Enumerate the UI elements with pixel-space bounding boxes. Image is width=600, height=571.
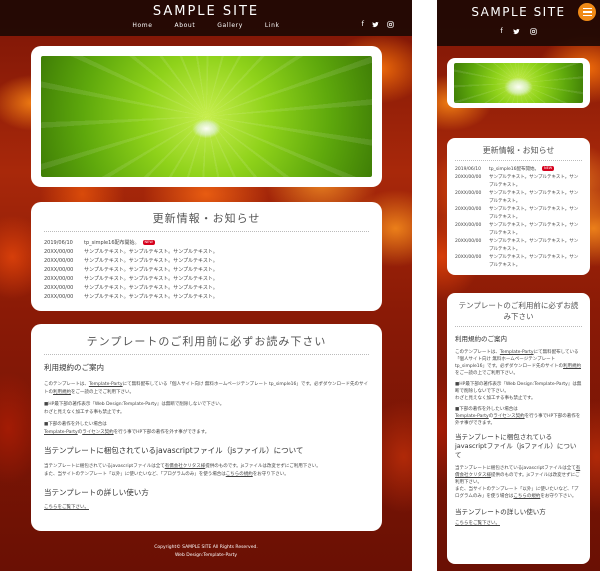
main-nav: Home About Gallery Link [0,22,412,29]
terms-title: テンプレートのご利用前に必ずお読み下さい [44,333,369,355]
usage-link[interactable]: こちらをご覧下さい。 [455,521,500,526]
news-card: 更新情報・お知らせ 2019/06/10 tp_simple16配布開始。 NEW … [31,202,382,311]
js-heading: 当テンプレートに梱包されているjavascriptファイル（jsファイル）につい… [44,446,304,455]
terms-card: テンプレートのご利用前に必ずお読み下さい 利用規約のご案内 このテンプレートは、… [31,324,382,531]
no-hide-note: わざと見えなく加工する事も禁止です。 [44,409,125,415]
copyright-text: Copyright© SAMPLE SITE All Rights Reserv… [154,545,258,550]
news-item: 2019/06/10 tp_simple16配布開始。 NEW [44,240,155,246]
mobile-news-list: 2019/06/10 tp_simple16配布開始。 NEW 20XX/00/00… [455,166,582,270]
template-party-link[interactable]: Template-Party [89,382,123,387]
js-paragraph: 当テンプレートに梱包されているjavascriptファイルは全て有償会社クリタス… [455,466,581,485]
nav-item-link[interactable]: Link [265,22,280,29]
mobile-sns-links: f [437,28,600,37]
twitter-icon[interactable] [372,21,379,30]
news-item: 20XX/00/00 サンプルテキスト。サンプルテキスト。サンプルテキスト。 [44,276,218,282]
news-item: 20XX/00/00 サンプルテキスト。サンプルテキスト。サンプルテキスト。 [455,255,579,268]
program-only-paragraph: また、当サイトのテンプレート「以外」に使いたいなど、「プログラムのみ」を使う場合… [455,487,579,499]
usage-link[interactable]: こちらをご覧下さい。 [44,505,89,510]
sns-links: f [362,21,394,30]
news-item: 20XX/00/00 サンプルテキスト。サンプルテキスト。サンプルテキスト。 [44,285,218,291]
twitter-icon[interactable] [512,28,520,37]
template-party-link-2[interactable]: Template-Party [44,430,78,435]
new-badge: NEW [541,166,555,171]
mobile-news-card: 更新情報・お知らせ 2019/06/10 tp_simple16配布開始。 NEW … [447,138,590,275]
rules-paragraph: このテンプレートは、Template-Partyにて無料配布している「個人サイト… [44,382,368,395]
news-item: 2019/06/10 tp_simple16配布開始。 NEW [455,166,555,172]
news-item: 20XX/00/00 サンプルテキスト。サンプルテキスト。サンプルテキスト。 [455,239,579,252]
mobile-terms-title: テンプレートのご利用前に必ずお読み下さい [455,300,582,327]
hero-card [31,46,382,187]
template-party-link[interactable]: Template-Party [500,350,534,355]
license-paragraph: Template-Partyのライセンス契約を行う事でHP下部の著作を外す事がで… [44,429,210,435]
kuritasu-link[interactable]: 有償会社クリタス様 [165,464,206,469]
license-link[interactable]: ライセンス契約 [493,414,524,419]
nav-item-about[interactable]: About [175,22,196,29]
usage-heading: 当テンプレートの詳しい使い方 [44,488,149,497]
facebook-icon[interactable]: f [362,21,364,30]
hamburger-menu-icon[interactable] [578,3,596,21]
news-item: 20XX/00/00 サンプルテキスト。サンプルテキスト。サンプルテキスト。 [455,175,579,188]
site-logo[interactable]: SAMPLE SITE [0,4,412,19]
site-footer: Copyright© SAMPLE SITE All Rights Reserv… [0,544,412,560]
mobile-terms-card: テンプレートのご利用前に必ずお読み下さい 利用規約のご案内 このテンプレートは、… [447,293,590,564]
rules-heading: 利用規約のご案内 [455,335,507,343]
mobile-header: SAMPLE SITE f [437,0,600,46]
program-rules-link[interactable]: こちらの規約 [513,494,540,499]
rules-link[interactable]: 利用規約 [563,364,581,369]
copyright-warning: ■HP最下部の著作表示『Web Design:Template-Party』は無… [44,402,225,407]
news-title: 更新情報・お知らせ [44,210,369,232]
usage-heading: 当テンプレートの詳しい使い方 [455,508,546,516]
remove-credit-note: ■下部の著作を外したい場合は [455,407,518,412]
instagram-icon[interactable] [387,21,394,30]
site-header: SAMPLE SITE Home About Gallery Link f [0,0,412,36]
instagram-icon[interactable] [530,28,537,37]
remove-credit-note: ■下部の著作を外したい場合は [44,422,107,427]
facebook-icon[interactable]: f [500,28,502,37]
news-list: 2019/06/10 tp_simple16配布開始。 NEW 20XX/00/00… [44,239,369,302]
news-item: 20XX/00/00 サンプルテキスト。サンプルテキスト。サンプルテキスト。 [44,267,218,273]
license-paragraph: Template-Partyのライセンス契約を行う事でHP下部の著作を外す事がで… [455,414,581,426]
news-item: 20XX/00/00 サンプルテキスト。サンプルテキスト。サンプルテキスト。 [44,294,218,300]
program-only-paragraph: また、当サイトのテンプレート「以外」に使いたいなど、「プログラムのみ」を使う場合… [44,471,289,477]
rules-link[interactable]: 利用規約 [53,390,71,395]
js-heading: 当テンプレートに梱包されているjavascriptファイル（jsファイル）につい… [455,433,577,459]
mobile-hero-card [447,58,590,108]
template-party-link-2[interactable]: Template-Party [455,414,489,419]
mobile-site-logo[interactable]: SAMPLE SITE [437,5,600,19]
news-item: 20XX/00/00 サンプルテキスト。サンプルテキスト。サンプルテキスト。 [44,258,218,264]
nav-item-gallery[interactable]: Gallery [217,22,243,29]
rules-heading: 利用規約のご案内 [44,363,104,372]
desktop-preview: SAMPLE SITE Home About Gallery Link f 更新… [0,0,412,571]
news-item: 20XX/00/00 サンプルテキスト。サンプルテキスト。サンプルテキスト。 [44,249,218,255]
rules-paragraph: このテンプレートは、Template-Partyにて無料配布している「個人サイト… [455,350,581,376]
no-hide-note: わざと見えなく加工する事も禁止です。 [455,396,536,401]
mobile-preview: SAMPLE SITE f 更新情報・お知らせ 2019/06/10 tp_sim… [437,0,600,571]
news-item: 20XX/00/00 サンプルテキスト。サンプルテキスト。サンプルテキスト。 [455,207,579,220]
mobile-news-title: 更新情報・お知らせ [455,145,582,161]
news-item: 20XX/00/00 サンプルテキスト。サンプルテキスト。サンプルテキスト。 [455,223,579,236]
new-badge: NEW [142,240,155,245]
license-link[interactable]: ライセンス契約 [82,430,113,435]
usage-paragraph: こちらをご覧下さい。 [455,520,582,527]
usage-paragraph: こちらをご覧下さい。 [44,504,369,512]
design-credit[interactable]: Web Design:Template-Party [0,552,412,560]
program-rules-link[interactable]: こちらの規約 [226,472,253,477]
mobile-hero-image [454,63,583,103]
hero-image-lotus-leaf [41,56,372,177]
js-paragraph: 当テンプレートに梱包されているjavascriptファイルは全て有償会社クリタス… [44,464,321,469]
copyright-warning: ■HP最下部の著作表示『Web Design:Template-Party』は無… [455,382,582,394]
news-item: 20XX/00/00 サンプルテキスト。サンプルテキスト。サンプルテキスト。 [455,191,579,204]
nav-item-home[interactable]: Home [132,22,152,29]
